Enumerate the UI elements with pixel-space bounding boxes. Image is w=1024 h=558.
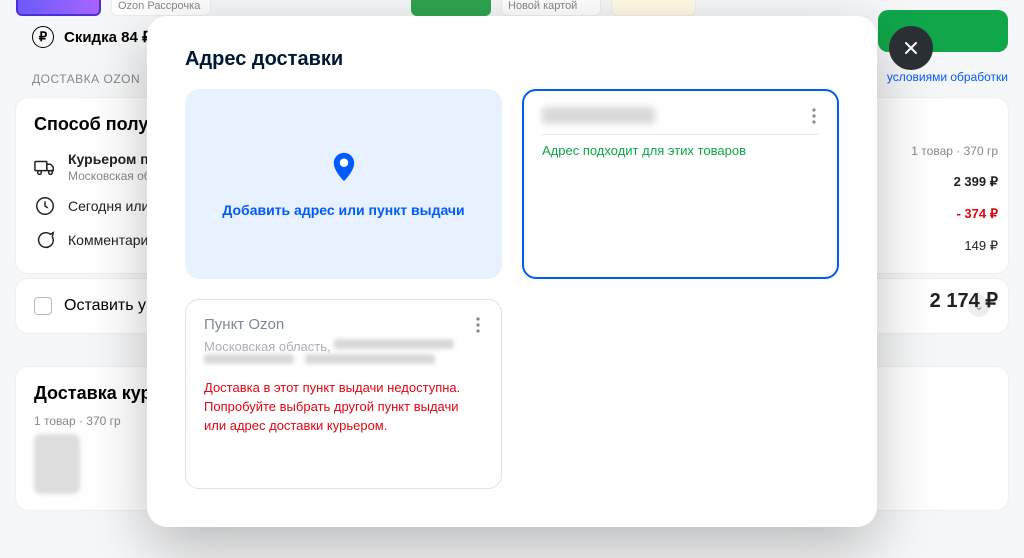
address-modal: Адрес доставки Добавить адрес или пункт … [147, 16, 877, 527]
address-status-ok: Адрес подходит для этих товаров [542, 143, 819, 158]
add-address-label: Добавить адрес или пункт выдачи [222, 202, 464, 218]
divider [542, 134, 819, 135]
pickup-card-menu[interactable] [465, 312, 491, 338]
pickup-card-unavailable[interactable]: Пункт Ozon Московская область, xxxxxxxxx… [185, 299, 502, 489]
pin-icon [327, 150, 361, 184]
pickup-title: Пункт Ozon [204, 316, 483, 333]
close-icon [901, 38, 921, 58]
address-title-redacted: xxxxxxxxxx xxx [542, 107, 819, 124]
add-address-card[interactable]: Добавить адрес или пункт выдачи [185, 89, 502, 279]
pickup-region: Московская область, [204, 339, 331, 354]
modal-title: Адрес доставки [185, 48, 839, 71]
modal-overlay: Адрес доставки Добавить адрес или пункт … [0, 0, 1024, 558]
dots-vertical-icon [476, 317, 480, 333]
address-card-selected[interactable]: xxxxxxxxxx xxx Адрес подходит для этих т… [522, 89, 839, 279]
close-button[interactable] [889, 26, 933, 70]
pickup-status-error: Доставка в этот пункт выдачи недоступна.… [204, 379, 483, 436]
pickup-address-redacted: Московская область, xxxxxxxxxx xxxxx xxx… [204, 339, 483, 369]
